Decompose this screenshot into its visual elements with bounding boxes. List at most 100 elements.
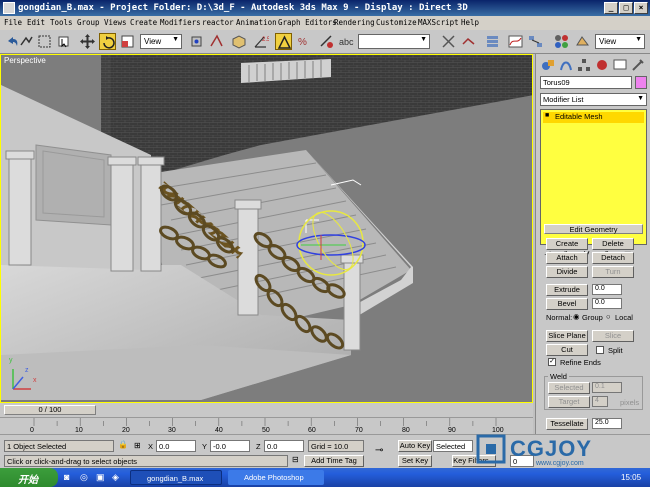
task-3dsmax[interactable]: gongdian_B.max: [130, 470, 222, 485]
quicklaunch-icon[interactable]: ▣: [96, 472, 105, 483]
menu-customize[interactable]: Customize: [376, 18, 417, 27]
divide-button[interactable]: Divide: [546, 266, 588, 278]
object-color-swatch[interactable]: [635, 76, 647, 89]
refine-ends-checkbox[interactable]: ✓: [548, 358, 556, 366]
align-icon[interactable]: [440, 33, 457, 50]
local-radio[interactable]: ○: [606, 312, 611, 321]
percent-snap-icon[interactable]: [275, 33, 292, 50]
material-editor-icon[interactable]: [553, 33, 570, 50]
modify-tab-icon[interactable]: [558, 57, 574, 73]
menu-modifiers[interactable]: Modifiers: [160, 18, 201, 27]
move-icon[interactable]: [79, 33, 96, 50]
modifier-list-dropdown[interactable]: Modifier List ▼: [540, 93, 647, 106]
attach-button[interactable]: Attach: [546, 252, 588, 264]
tessellate-button[interactable]: Tessellate: [546, 418, 588, 430]
menu-rendering[interactable]: Rendering: [334, 18, 375, 27]
task-photoshop[interactable]: Adobe Photoshop: [228, 470, 324, 485]
quicklaunch-icon[interactable]: ◎: [80, 472, 88, 483]
extrude-button[interactable]: Extrude: [546, 284, 588, 296]
bevel-value-field[interactable]: 0.0: [592, 298, 622, 309]
utilities-tab-icon[interactable]: [630, 57, 646, 73]
display-tab-icon[interactable]: [612, 57, 628, 73]
create-button[interactable]: Create: [546, 238, 588, 250]
auto-key-button[interactable]: Auto Key: [398, 440, 432, 452]
render-type-dropdown[interactable]: View ▼: [595, 34, 645, 49]
bevel-button[interactable]: Bevel: [546, 298, 588, 310]
minimize-button[interactable]: _: [604, 2, 618, 14]
frame-indicator[interactable]: 0 / 100: [4, 405, 96, 415]
group-radio[interactable]: ◉: [573, 312, 580, 321]
menu-graph-editors[interactable]: Graph Editors: [278, 18, 337, 27]
ref-coord-dropdown[interactable]: View ▼: [140, 34, 182, 49]
track-bar[interactable]: 0 10 20 30 40 50 60 70 80 90 100: [0, 417, 533, 434]
delete-button[interactable]: Delete: [592, 238, 634, 250]
extrude-value-field[interactable]: 0.0: [592, 284, 622, 295]
maximize-button[interactable]: □: [619, 2, 633, 14]
slice-button[interactable]: Slice: [592, 330, 634, 342]
expand-icon[interactable]: ■: [545, 112, 549, 119]
pivot-icon[interactable]: [188, 33, 205, 50]
select-link-icon[interactable]: [18, 33, 35, 50]
z-coord-field[interactable]: 0.0: [264, 440, 304, 452]
time-slider[interactable]: 0 / 100: [0, 403, 533, 417]
weld-selected-button[interactable]: Selected: [548, 382, 590, 394]
split-checkbox[interactable]: [596, 346, 604, 354]
spinner-snap-icon[interactable]: %: [296, 33, 313, 50]
absolute-mode-icon[interactable]: ⊞: [134, 441, 141, 450]
layer-icon[interactable]: [460, 33, 477, 50]
angle-snap-icon[interactable]: 2.5: [252, 33, 271, 50]
y-coord-field[interactable]: -0.0: [210, 440, 250, 452]
menu-reactor[interactable]: reactor: [202, 18, 234, 27]
viewport-label[interactable]: Perspective: [4, 56, 46, 65]
manipulate-icon[interactable]: [208, 33, 225, 50]
quicklaunch-icon[interactable]: ◙: [64, 472, 69, 482]
time-tag-icon[interactable]: ⊟: [292, 455, 299, 464]
menu-animation[interactable]: Animation: [236, 18, 277, 27]
mirror-icon[interactable]: abc: [338, 33, 355, 50]
weld-pixels-field[interactable]: 4: [592, 396, 608, 407]
close-button[interactable]: ×: [634, 2, 648, 14]
select-object-icon[interactable]: [55, 33, 72, 50]
cut-button[interactable]: Cut: [546, 344, 588, 356]
edit-geometry-rollout[interactable]: Edit Geometry: [544, 224, 643, 234]
tessellate-value-field[interactable]: 25.0: [592, 418, 622, 429]
scale-icon[interactable]: [119, 33, 136, 50]
quicklaunch-icon[interactable]: ◈: [112, 472, 119, 483]
stack-item-editable-mesh[interactable]: ■ Editable Mesh: [543, 112, 644, 123]
render-scene-icon[interactable]: [574, 33, 591, 50]
key-set-dropdown[interactable]: Selected: [433, 440, 473, 452]
start-button[interactable]: 开始: [0, 468, 58, 487]
add-time-tag-button[interactable]: Add Time Tag: [304, 455, 364, 467]
menu-help[interactable]: Help: [461, 18, 479, 27]
create-tab-icon[interactable]: [540, 57, 556, 73]
object-name-field[interactable]: Torus09: [540, 76, 632, 89]
turn-button[interactable]: Turn: [592, 266, 634, 278]
x-coord-field[interactable]: 0.0: [156, 440, 196, 452]
menu-file[interactable]: File: [4, 18, 22, 27]
schematic-view-icon[interactable]: [527, 33, 544, 50]
menu-tools[interactable]: Tools: [50, 18, 73, 27]
layers-manager-icon[interactable]: [484, 33, 501, 50]
motion-tab-icon[interactable]: [594, 57, 610, 73]
set-key-button[interactable]: Set Key: [398, 455, 432, 467]
perspective-viewport[interactable]: Perspective x y z: [0, 54, 533, 403]
hierarchy-tab-icon[interactable]: [576, 57, 592, 73]
select-region-icon[interactable]: [36, 33, 53, 50]
snap-icon[interactable]: [230, 33, 247, 50]
rotate-icon[interactable]: [99, 33, 116, 50]
menu-edit[interactable]: Edit: [27, 18, 45, 27]
menu-create[interactable]: Create: [130, 18, 157, 27]
weld-threshold-field[interactable]: 0.1: [592, 382, 622, 393]
named-selection-dropdown[interactable]: ▼: [358, 34, 430, 49]
menu-maxscript[interactable]: MAXScript: [418, 18, 459, 27]
curve-editor-icon[interactable]: [507, 33, 524, 50]
weld-target-button[interactable]: Target: [548, 396, 590, 408]
menu-group[interactable]: Group: [77, 18, 100, 27]
slice-plane-button[interactable]: Slice Plane: [546, 330, 588, 342]
edit-named-sel-icon[interactable]: [318, 33, 335, 50]
detach-button[interactable]: Detach: [592, 252, 634, 264]
app-icon[interactable]: [3, 2, 15, 14]
lock-selection-icon[interactable]: 🔒: [118, 440, 128, 449]
menu-views[interactable]: Views: [104, 18, 127, 27]
key-mode-icon[interactable]: ⊸: [375, 445, 383, 456]
